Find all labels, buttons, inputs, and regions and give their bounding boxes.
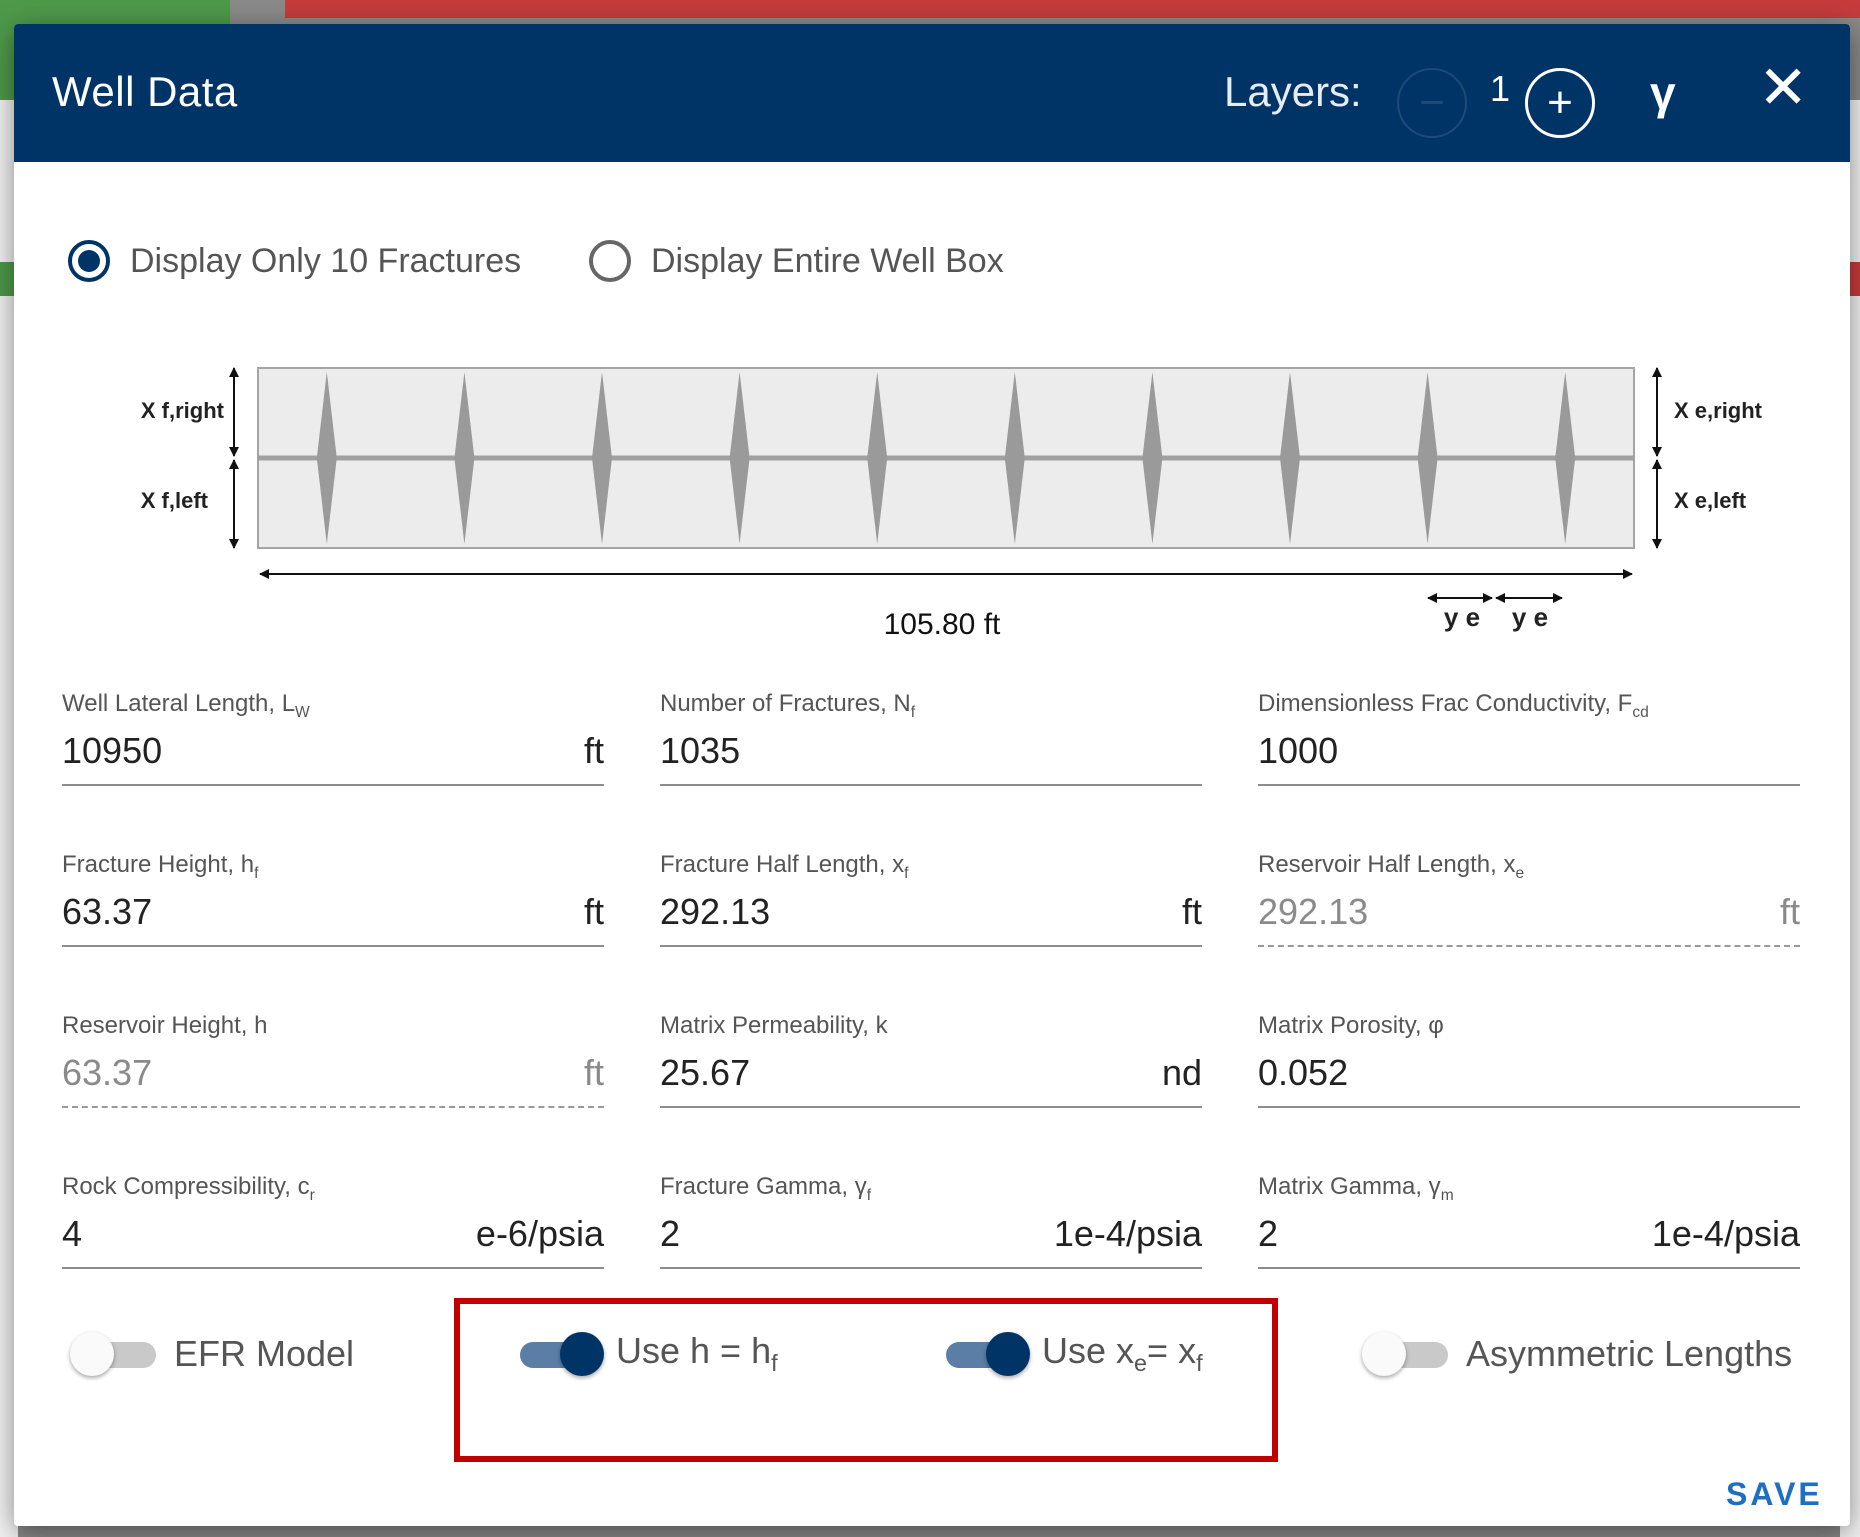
radio-unchecked-icon[interactable]: [589, 240, 631, 282]
display-only-fractures-option[interactable]: Display Only 10 Fractures: [68, 231, 521, 291]
field-unit: ft: [583, 1052, 604, 1093]
field-underline: [660, 945, 1202, 947]
number-of-fractures-field[interactable]: Number of Fractures, Nf 1035: [660, 690, 1202, 790]
matrix-porosity-input[interactable]: 0.052: [1258, 1052, 1348, 1094]
frac-conductivity-input[interactable]: 1000: [1258, 730, 1338, 772]
field-unit: nd: [1161, 1052, 1202, 1093]
efr-model-toggle[interactable]: EFR Model: [70, 1324, 354, 1384]
rock-compressibility-input[interactable]: 4: [62, 1213, 82, 1255]
save-button[interactable]: SAVE: [1726, 1476, 1823, 1513]
display-entire-well-box-option[interactable]: Display Entire Well Box: [589, 231, 1004, 291]
fracture-height-input[interactable]: 63.37: [62, 891, 152, 933]
field-label: Reservoir Half Length, xe: [1258, 851, 1525, 882]
well-schematic-diagram: X f,right X f,left X e,right X e,left 10…: [141, 367, 1763, 641]
minus-icon: −: [1419, 78, 1445, 127]
field-underline: [1258, 945, 1800, 947]
well-data-dialog: Well Data Layers: − 1 + γ ✕ Display Only…: [14, 24, 1850, 1526]
toggle-switch[interactable]: [1362, 1329, 1452, 1379]
toggle-label: EFR Model: [174, 1333, 355, 1374]
field-unit: ft: [583, 891, 604, 932]
reservoir-half-length-field: Reservoir Half Length, xe 292.13 ft: [1258, 851, 1800, 951]
ye-label: y e: [1512, 602, 1548, 632]
field-label: Well Lateral Length, LW: [62, 690, 310, 721]
field-unit: 1e-4/psia: [1053, 1213, 1202, 1254]
field-underline: [62, 784, 604, 786]
asymmetric-lengths-toggle[interactable]: Asymmetric Lengths: [1362, 1324, 1792, 1384]
matrix-gamma-field[interactable]: Matrix Gamma, γm 2 1e-4/psia: [1258, 1173, 1800, 1273]
field-underline: [1258, 1106, 1800, 1108]
dialog-title: Well Data: [52, 68, 238, 115]
field-unit: 1e-4/psia: [1651, 1213, 1800, 1254]
toggle-knob: [1362, 1332, 1406, 1376]
reservoir-height-field: Reservoir Height, h 63.37 ft: [62, 1012, 604, 1112]
matrix-porosity-field[interactable]: Matrix Porosity, φ 0.052: [1258, 1012, 1800, 1112]
frac-conductivity-field[interactable]: Dimensionless Frac Conductivity, Fcd 100…: [1258, 690, 1800, 790]
field-underline: [660, 784, 1202, 786]
field-label: Matrix Permeability, k: [660, 1012, 888, 1039]
reservoir-height-input: 63.37: [62, 1052, 153, 1093]
field-underline: [1258, 784, 1800, 786]
add-layer-button[interactable]: +: [1525, 68, 1595, 138]
field-unit: e-6/psia: [475, 1213, 604, 1254]
radio-checked-icon[interactable]: [68, 240, 110, 282]
rock-compressibility-field[interactable]: Rock Compressibility, cr 4 e-6/psia: [62, 1173, 604, 1273]
xe-right-label: X e,right: [1674, 398, 1763, 423]
field-label: Dimensionless Frac Conductivity, Fcd: [1258, 690, 1649, 721]
xf-right-label: X f,right: [141, 398, 225, 423]
field-unit: ft: [1181, 891, 1202, 932]
radio-label: Display Entire Well Box: [651, 241, 1004, 280]
toggle-knob: [70, 1332, 114, 1376]
field-label: Fracture Height, hf: [62, 851, 259, 882]
field-underline: [660, 1267, 1202, 1269]
remove-layer-button[interactable]: −: [1397, 68, 1467, 138]
fracture-gamma-input[interactable]: 2: [660, 1213, 680, 1255]
fracture-half-length-field[interactable]: Fracture Half Length, xf 292.13 ft: [660, 851, 1202, 951]
reservoir-half-length-input: 292.13: [1258, 891, 1369, 932]
matrix-permeability-input[interactable]: 25.67: [660, 1052, 750, 1094]
xe-left-label: X e,left: [1674, 488, 1747, 513]
well-lateral-length-field[interactable]: Well Lateral Length, LW 10950 ft: [62, 690, 604, 790]
field-label: Matrix Gamma, γm: [1258, 1173, 1454, 1204]
field-unit: ft: [1779, 891, 1800, 932]
matrix-permeability-field[interactable]: Matrix Permeability, k 25.67 nd: [660, 1012, 1202, 1112]
field-underline: [660, 1106, 1202, 1108]
number-of-fractures-input[interactable]: 1035: [660, 730, 740, 772]
field-unit: ft: [583, 730, 604, 771]
plus-icon: +: [1547, 78, 1573, 127]
well-lateral-length-input[interactable]: 10950: [62, 730, 162, 772]
radio-label: Display Only 10 Fractures: [130, 241, 522, 280]
field-underline: [1258, 1267, 1800, 1269]
toggle-label: Asymmetric Lengths: [1466, 1333, 1793, 1374]
close-icon[interactable]: ✕: [1758, 58, 1808, 118]
toggle-switch[interactable]: [70, 1329, 160, 1379]
gamma-icon[interactable]: γ: [1650, 66, 1676, 120]
matrix-gamma-input[interactable]: 2: [1258, 1213, 1278, 1255]
field-label: Fracture Half Length, xf: [660, 851, 909, 882]
ye-label: y e: [1444, 602, 1480, 632]
field-label: Rock Compressibility, cr: [62, 1173, 315, 1204]
highlight-annotation-box: [454, 1298, 1278, 1462]
field-underline: [62, 1106, 604, 1108]
field-label: Fracture Gamma, γf: [660, 1173, 872, 1204]
field-label: Number of Fractures, Nf: [660, 690, 916, 721]
field-label: Matrix Porosity, φ: [1258, 1012, 1444, 1039]
xf-left-label: X f,left: [141, 488, 209, 513]
background-app-strip: [285, 0, 1860, 18]
field-underline: [62, 1267, 604, 1269]
field-underline: [62, 945, 604, 947]
field-label: Reservoir Height, h: [62, 1012, 268, 1039]
fracture-gamma-field[interactable]: Fracture Gamma, γf 2 1e-4/psia: [660, 1173, 1202, 1273]
fracture-height-field[interactable]: Fracture Height, hf 63.37 ft: [62, 851, 604, 951]
fracture-half-length-input[interactable]: 292.13: [660, 891, 770, 933]
well-length-label: 105.80 ft: [884, 608, 1001, 641]
dialog-header: Well Data Layers: − 1 + γ ✕: [14, 24, 1850, 162]
layer-count: 1: [1490, 68, 1511, 109]
layers-label: Layers:: [1224, 68, 1362, 115]
